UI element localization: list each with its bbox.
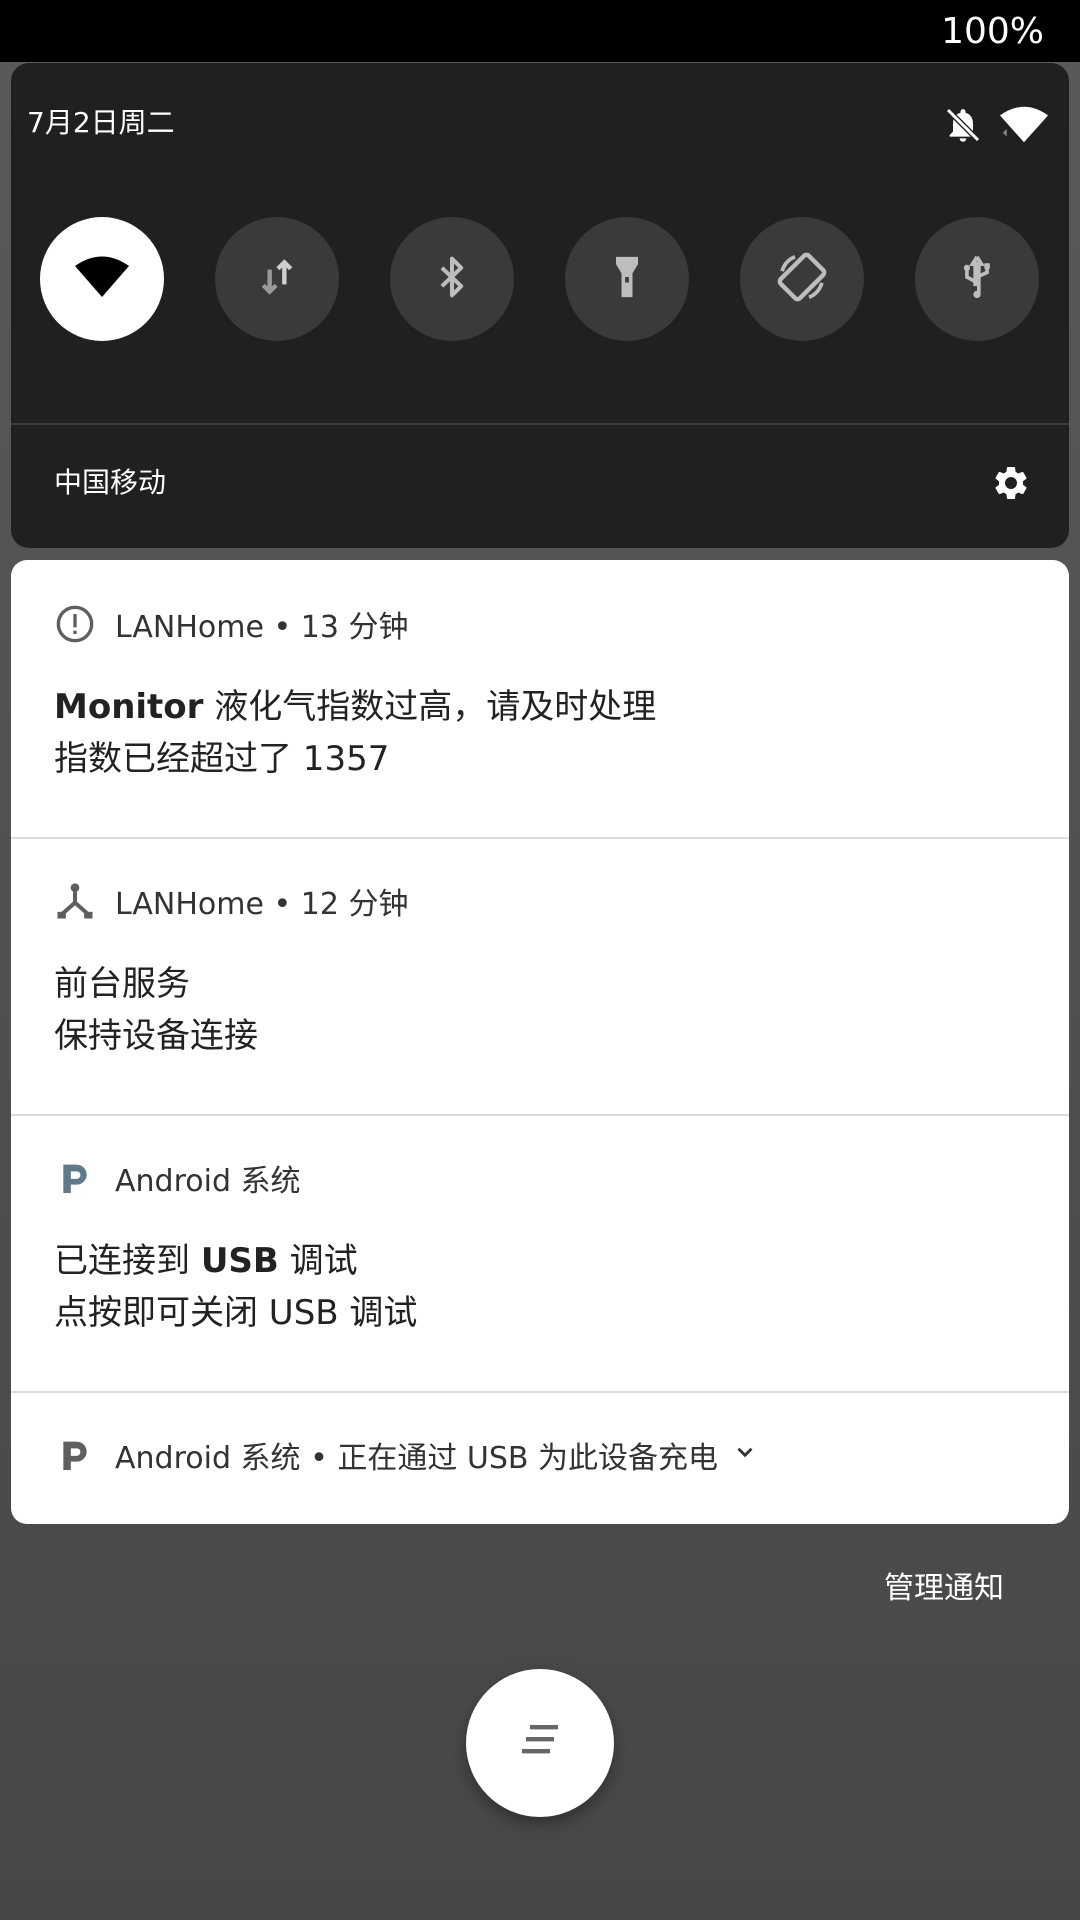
usb-icon bbox=[955, 253, 999, 305]
notification-title: 前台服务 bbox=[54, 964, 190, 1004]
bluetooth-icon bbox=[430, 255, 474, 303]
notification-header: LANHome • 13 分钟 bbox=[55, 602, 408, 646]
wifi-icon bbox=[74, 255, 130, 303]
bluetooth-tile[interactable] bbox=[390, 217, 514, 341]
notification-time: 12 分钟 bbox=[300, 887, 409, 922]
wifi-tile[interactable] bbox=[40, 217, 164, 341]
notification-header: Android 系统 bbox=[55, 1156, 301, 1200]
mobile-data-icon bbox=[255, 255, 299, 303]
notification-app-name: LANHome bbox=[115, 887, 264, 922]
quick-settings-divider bbox=[11, 423, 1069, 425]
auto-rotate-icon bbox=[774, 249, 830, 309]
notification-title: 已连接到 USB 调试 bbox=[54, 1241, 358, 1281]
alert-icon bbox=[55, 604, 95, 644]
gear-icon bbox=[991, 467, 1031, 507]
header-separator: • bbox=[310, 1441, 328, 1476]
notification-app-name: Android 系统 bbox=[115, 1441, 301, 1476]
notification-history-button[interactable] bbox=[466, 1669, 614, 1817]
network-icon bbox=[55, 881, 95, 921]
notification-title: Monitor 液化气指数过高，请及时处理 bbox=[54, 687, 657, 727]
notification-text: 指数已经超过了 1357 bbox=[54, 739, 390, 779]
settings-button[interactable] bbox=[991, 463, 1031, 503]
chevron-down-icon[interactable] bbox=[732, 1438, 758, 1473]
quick-settings-panel: 7月2日周二 中国移动 bbox=[11, 63, 1069, 548]
header-separator: • bbox=[273, 887, 292, 922]
header-separator: • bbox=[273, 610, 292, 645]
android-system-icon bbox=[55, 1435, 95, 1475]
carrier-label: 中国移动 bbox=[54, 466, 167, 499]
flashlight-icon bbox=[605, 253, 649, 305]
notification-gas-alert[interactable]: LANHome • 13 分钟 Monitor 液化气指数过高，请及时处理 指数… bbox=[11, 560, 1069, 837]
notification-summary: 正在通过 USB 为此设备充电 bbox=[337, 1441, 718, 1476]
status-bar: 100% bbox=[0, 0, 1080, 62]
notification-usb-debugging[interactable]: Android 系统 已连接到 USB 调试 点按即可关闭 USB 调试 bbox=[11, 1116, 1069, 1391]
notification-text: 保持设备连接 bbox=[54, 1016, 258, 1056]
date-label: 7月2日周二 bbox=[27, 106, 175, 139]
wifi-status-icon bbox=[999, 105, 1049, 149]
battery-level: 100% bbox=[941, 11, 1044, 52]
notification-foreground-service[interactable]: LANHome • 12 分钟 前台服务 保持设备连接 bbox=[11, 839, 1069, 1114]
menu-lines-icon bbox=[514, 1721, 566, 1765]
flashlight-tile[interactable] bbox=[565, 217, 689, 341]
status-icons bbox=[943, 105, 1049, 149]
notification-app-name: Android 系统 bbox=[115, 1164, 301, 1199]
notification-usb-charging[interactable]: Android 系统 • 正在通过 USB 为此设备充电 bbox=[11, 1393, 1069, 1524]
notifications-list: LANHome • 13 分钟 Monitor 液化气指数过高，请及时处理 指数… bbox=[11, 560, 1069, 1524]
notification-text: 点按即可关闭 USB 调试 bbox=[54, 1293, 418, 1333]
android-system-icon bbox=[55, 1158, 95, 1198]
notification-header: Android 系统 • 正在通过 USB 为此设备充电 bbox=[55, 1433, 758, 1477]
mobile-data-tile[interactable] bbox=[215, 217, 339, 341]
auto-rotate-tile[interactable] bbox=[740, 217, 864, 341]
manage-notifications-button[interactable]: 管理通知 bbox=[884, 1568, 1004, 1610]
notification-app-name: LANHome bbox=[115, 610, 264, 645]
usb-tile[interactable] bbox=[915, 217, 1039, 341]
notifications-muted-icon bbox=[943, 105, 983, 149]
notification-header: LANHome • 12 分钟 bbox=[55, 879, 408, 923]
notification-time: 13 分钟 bbox=[300, 610, 409, 645]
